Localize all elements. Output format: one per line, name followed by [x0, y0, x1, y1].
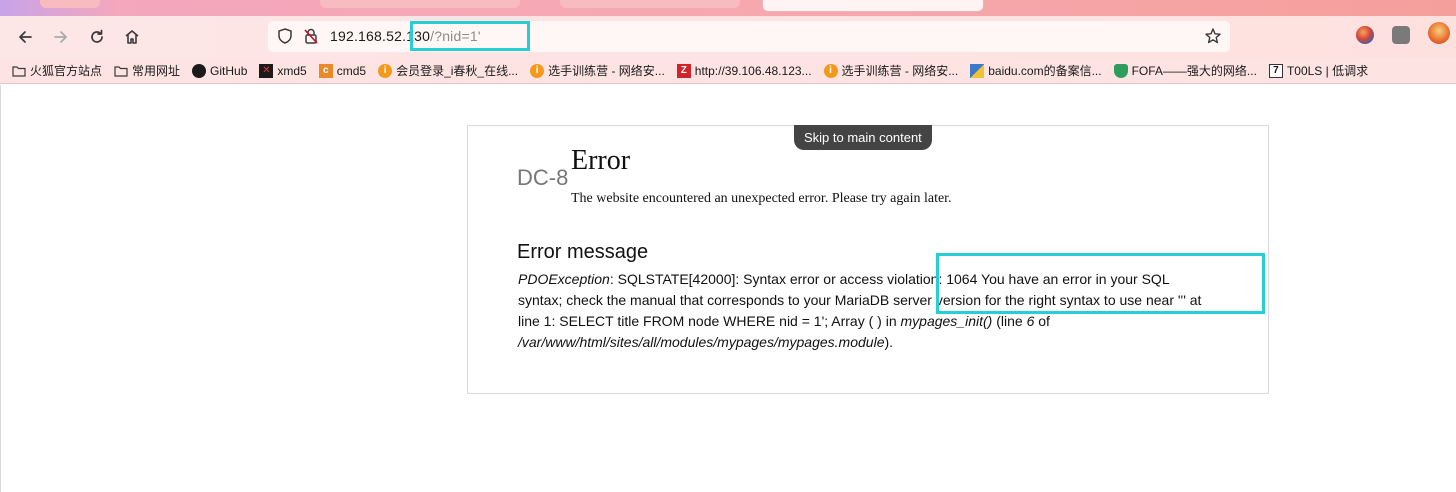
bookmark-item[interactable]: Z http://39.106.48.123...	[676, 63, 812, 78]
nav-toolbar: 192.168.52.130/?nid=1'	[0, 16, 1456, 58]
exception-name: PDOException	[518, 271, 610, 287]
shield-icon[interactable]	[276, 27, 294, 45]
ichunqiu-icon: i	[823, 63, 838, 78]
arrow-right-icon	[54, 31, 67, 43]
error-message-heading: Error message	[517, 241, 649, 263]
page-viewport: Skip to main content DC-8 Error The webs…	[0, 85, 1456, 492]
bookmark-label: T00LS | 低调求	[1286, 64, 1369, 78]
t00ls-icon: 7	[1268, 63, 1283, 78]
arrow-left-icon	[19, 31, 32, 43]
url-annotation-box	[410, 21, 530, 51]
bookmark-item[interactable]: i 选手训练营 - 网络安...	[530, 62, 665, 79]
star-icon[interactable]	[1204, 27, 1222, 45]
bookmark-item[interactable]: 常用网址	[114, 62, 180, 79]
bookmark-item[interactable]: c cmd5	[318, 63, 367, 78]
page-title: Error	[571, 145, 631, 176]
folder-icon	[12, 64, 26, 78]
bookmark-label: 常用网址	[132, 64, 181, 78]
bookmark-label: xmd5	[277, 63, 307, 78]
reload-icon	[91, 29, 103, 43]
reload-button[interactable]	[84, 25, 110, 49]
bookmark-label: 火狐官方站点	[30, 64, 103, 78]
bookmark-label: GitHub	[210, 63, 248, 78]
site-name[interactable]: DC-8	[517, 165, 568, 191]
bookmark-item[interactable]: i 会员登录_i春秋_在线...	[378, 62, 518, 79]
lock-slash-icon[interactable]	[302, 27, 320, 45]
extension-icon[interactable]	[1356, 26, 1374, 44]
bookmark-item[interactable]: 7 T00LS | 低调求	[1268, 62, 1369, 79]
profile-avatar-icon[interactable]	[1428, 22, 1450, 44]
bookmark-label: 会员登录_i春秋_在线...	[396, 64, 519, 78]
cmd5-icon: c	[318, 63, 333, 78]
bookmark-item[interactable]: i 选手训练营 - 网络安...	[823, 62, 959, 79]
bookmark-item[interactable]: 火狐官方站点	[12, 62, 102, 79]
back-button[interactable]	[12, 25, 38, 49]
active-tab[interactable]	[762, 0, 984, 12]
bookmark-item[interactable]: GitHub	[192, 63, 248, 78]
ichunqiu-icon: i	[378, 63, 393, 78]
bookmark-label: FOFA——强大的网络...	[1131, 64, 1257, 78]
error-description: The website encountered an unexpected er…	[571, 191, 952, 206]
error-text: (line	[992, 313, 1027, 329]
bookmarks-toolbar: 火狐官方站点 常用网址 GitHub ✕ xmd5 c cmd5 i 会员登录_…	[0, 58, 1456, 84]
tab-stub[interactable]	[320, 0, 520, 8]
bookmark-label: cmd5	[336, 63, 367, 78]
fofa-icon	[1113, 63, 1128, 78]
skip-to-main-link[interactable]: Skip to main content	[794, 125, 932, 150]
home-button[interactable]	[119, 25, 145, 49]
ichunqiu-icon: i	[530, 63, 545, 78]
error-text: of	[1034, 313, 1050, 329]
function-name: mypages_init()	[900, 313, 993, 329]
bookmark-label: 选手训练营 - 网络安...	[841, 64, 959, 78]
error-annotation-box	[936, 253, 1265, 314]
bookmark-item[interactable]: FOFA——强大的网络...	[1113, 62, 1257, 79]
z-icon: Z	[676, 63, 691, 78]
bookmark-label: http://39.106.48.123...	[694, 63, 812, 78]
xmd5-icon: ✕	[259, 63, 274, 78]
bookmark-label: 选手训练营 - 网络安...	[548, 64, 665, 78]
file-path: /var/www/html/sites/all/modules/mypages/…	[518, 334, 885, 350]
error-text: ).	[884, 334, 894, 350]
folder-icon	[114, 64, 128, 78]
tab-strip	[0, 0, 1456, 16]
tab-stub[interactable]	[560, 0, 740, 8]
github-icon	[192, 63, 207, 78]
bookmark-label: baidu.com的备案信...	[988, 64, 1102, 78]
bookmark-item[interactable]: ✕ xmd5	[259, 63, 307, 78]
home-icon	[125, 30, 139, 44]
baidu-icon	[970, 63, 985, 78]
tab-stub[interactable]	[40, 0, 100, 8]
container-extension-icon[interactable]	[1392, 26, 1410, 44]
bookmark-item[interactable]: baidu.com的备案信...	[970, 62, 1102, 79]
forward-button[interactable]	[48, 25, 74, 49]
